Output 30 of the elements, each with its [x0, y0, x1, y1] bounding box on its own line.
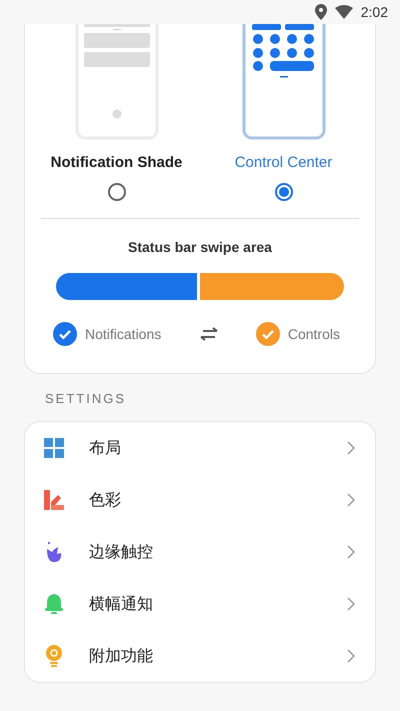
touch-icon	[44, 541, 64, 563]
legend-label: Controls	[288, 326, 340, 342]
grid-icon	[44, 438, 64, 458]
chevron-icon	[347, 493, 355, 507]
section-title: Status bar swipe area	[127, 239, 273, 255]
palette-icon	[44, 490, 64, 510]
radio-button[interactable]	[108, 183, 126, 201]
settings-item[interactable]: 色彩	[25, 474, 375, 526]
section-header: SETTINGS	[45, 391, 128, 406]
chevron-icon	[347, 441, 355, 455]
clock-time: 2:02	[360, 4, 388, 20]
chevron-icon	[347, 545, 355, 559]
legend-label: Notifications	[85, 326, 162, 342]
check-icon	[53, 322, 77, 346]
chevron-icon	[347, 649, 355, 663]
settings-item[interactable]: 边缘触控	[25, 526, 375, 578]
mode-label: Control Center	[234, 154, 332, 171]
location-icon	[314, 4, 327, 20]
settings-item[interactable]: 横幅通知	[25, 578, 375, 630]
bell-icon	[44, 593, 64, 615]
swipe-area-bar[interactable]	[56, 273, 344, 300]
swap-icon[interactable]	[198, 327, 219, 341]
radio-button[interactable]	[274, 183, 292, 201]
settings-item[interactable]: 布局	[25, 422, 375, 474]
chevron-icon	[347, 597, 355, 611]
settings-item[interactable]: 附加功能	[25, 630, 375, 682]
check-icon	[256, 322, 280, 346]
bulb-icon	[45, 645, 63, 667]
mode-label: Notification Shade	[50, 154, 182, 171]
wifi-icon	[334, 5, 353, 19]
